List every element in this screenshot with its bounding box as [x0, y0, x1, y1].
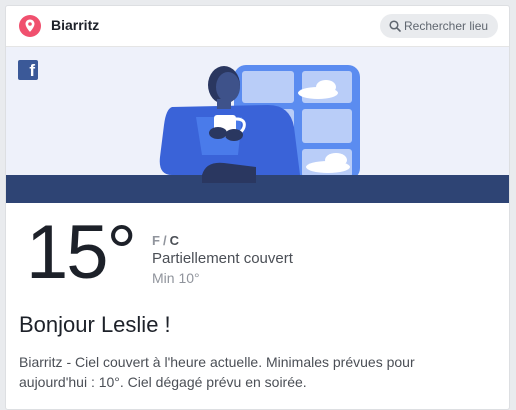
- weather-condition: Partiellement couvert: [152, 250, 293, 267]
- facebook-logo-icon: f: [18, 60, 38, 80]
- map-pin-icon: [19, 15, 41, 37]
- location-header: Biarritz Rechercher lieu: [6, 6, 509, 47]
- weather-card: Biarritz Rechercher lieu f 15° F / C Par…: [5, 5, 510, 410]
- fahrenheit-toggle[interactable]: F: [152, 233, 160, 248]
- search-placeholder: Rechercher lieu: [404, 19, 489, 33]
- minimum-temperature: Min 10°: [152, 270, 200, 286]
- unit-separator: /: [162, 233, 167, 248]
- city-name[interactable]: Biarritz: [51, 17, 99, 33]
- current-temperature: 15°: [26, 210, 137, 295]
- weather-summary: Biarritz - Ciel couvert à l'heure actuel…: [19, 354, 415, 390]
- weather-banner: f: [6, 47, 509, 203]
- celsius-toggle[interactable]: C: [170, 233, 179, 248]
- search-icon: [389, 20, 401, 32]
- greeting-title: Bonjour Leslie !: [19, 312, 171, 337]
- coffee-person-illustration: [6, 65, 509, 203]
- search-place-button[interactable]: Rechercher lieu: [380, 14, 498, 38]
- unit-toggle: F / C: [152, 233, 179, 248]
